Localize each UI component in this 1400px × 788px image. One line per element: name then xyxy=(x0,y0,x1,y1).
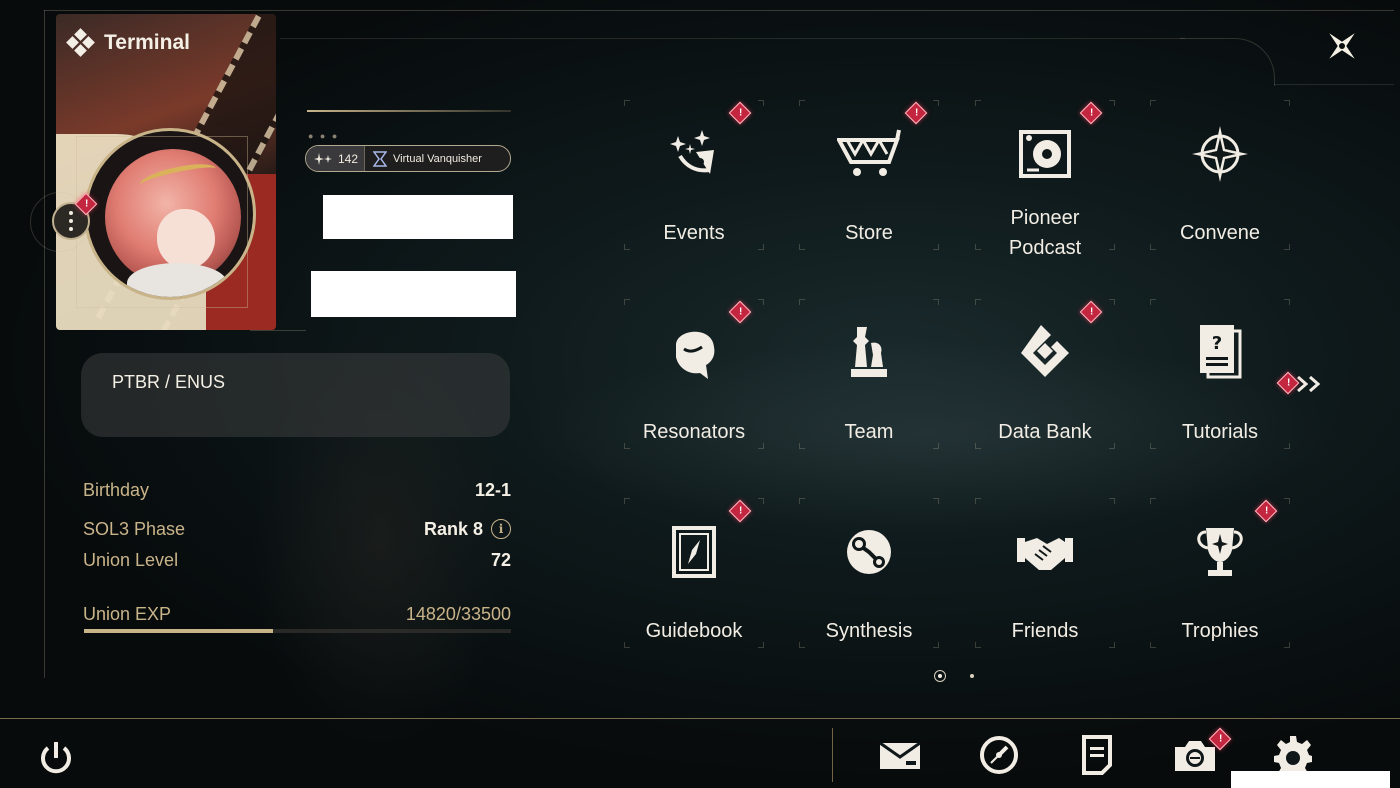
camera-icon xyxy=(1175,741,1215,771)
name-underline xyxy=(307,110,511,112)
stat-label: Birthday xyxy=(83,479,150,500)
mail-icon xyxy=(879,741,921,769)
stat-label: Union Level xyxy=(83,549,179,570)
menu-item-label: Pioneer Podcast xyxy=(975,203,1115,263)
mail-button[interactable] xyxy=(876,731,924,779)
guidebook-compass-icon xyxy=(672,526,716,578)
menu-item-pioneer-podcast[interactable]: Pioneer Podcast xyxy=(975,100,1115,259)
notes-icon xyxy=(1082,735,1112,775)
menu-item-label: Team xyxy=(844,421,894,443)
menu-item-label: Guidebook xyxy=(645,620,743,642)
menu-item-label: Store xyxy=(845,222,893,244)
decorative-dots: ● ● ● xyxy=(308,131,340,141)
power-icon xyxy=(41,742,71,774)
settings-gear-icon xyxy=(1274,736,1312,776)
data-bank-icon xyxy=(1021,325,1069,377)
signature-text: PTBR / ENUS xyxy=(112,372,226,392)
frame-line-left xyxy=(44,10,45,678)
profile-level-badge: 142 Virtual Vanquisher xyxy=(305,145,511,172)
convene-star-icon xyxy=(1192,126,1248,182)
menu-item-label: Convene xyxy=(1179,222,1261,244)
menu-item-label: Events xyxy=(663,222,725,244)
close-button[interactable] xyxy=(1318,22,1366,70)
diamond-cluster-icon xyxy=(66,28,95,57)
union-exp-progress-bar xyxy=(84,629,511,633)
page-dot[interactable] xyxy=(970,674,974,678)
resonator-head-icon xyxy=(676,331,715,379)
menu-item-friends[interactable]: Friends xyxy=(975,498,1115,648)
events-sparkle-icon xyxy=(670,130,714,174)
svg-text:?: ? xyxy=(1212,333,1222,354)
stat-label: Union EXP xyxy=(83,603,172,624)
menu-item-events[interactable]: Events xyxy=(624,100,764,250)
redacted-player-id xyxy=(311,271,516,317)
frame-line-right xyxy=(1274,84,1394,85)
menu-item-convene[interactable]: Convene xyxy=(1150,100,1290,250)
synthesis-orb-icon xyxy=(847,530,891,574)
frame-curve xyxy=(1180,38,1275,86)
tutorial-document-icon: ? xyxy=(1200,325,1242,379)
redacted-uid xyxy=(1231,771,1390,788)
page-dot-active[interactable] xyxy=(934,670,946,682)
menu-item-data-bank[interactable]: Data Bank xyxy=(975,299,1115,449)
notes-button[interactable] xyxy=(1073,731,1121,779)
sparkle-icon xyxy=(314,152,332,165)
menu-item-label: Data Bank xyxy=(998,421,1092,443)
player-title: Virtual Vanquisher xyxy=(393,152,482,165)
stat-value: 14820/33500 xyxy=(405,603,511,624)
menu-item-label: Resonators xyxy=(642,421,746,443)
handshake-icon xyxy=(1017,538,1073,570)
trophy-icon xyxy=(1197,528,1243,576)
menu-item-store[interactable]: Store xyxy=(799,100,939,250)
page-title: Terminal xyxy=(66,28,190,57)
menu-item-resonators[interactable]: Resonators xyxy=(624,299,764,449)
menu-item-guidebook[interactable]: Guidebook xyxy=(624,498,764,648)
stat-value: 12-1 xyxy=(474,479,511,500)
stat-value: Rank 8 xyxy=(423,518,483,539)
stat-birthday: Birthday 12-1 xyxy=(83,478,511,502)
menu-item-team[interactable]: Team xyxy=(799,299,939,449)
power-button[interactable] xyxy=(32,734,80,782)
menu-item-label: Friends xyxy=(1011,620,1079,642)
stat-union-level: Union Level 72 xyxy=(83,548,511,572)
close-star-icon xyxy=(1329,33,1355,59)
clock-icon xyxy=(980,736,1018,774)
frame-line-mid xyxy=(280,38,1185,39)
stat-sol3-phase: SOL3 Phase Rank 8 i xyxy=(83,517,511,541)
hourglass-icon xyxy=(373,150,388,167)
menu-item-label-text: Pioneer Podcast xyxy=(1008,207,1082,259)
avatar[interactable] xyxy=(84,128,256,300)
shopping-cart-icon xyxy=(837,129,901,176)
menu-item-trophies[interactable]: Trophies xyxy=(1150,498,1290,648)
stat-value: 72 xyxy=(490,549,511,570)
signature-box[interactable]: PTBR / ENUS xyxy=(81,353,510,437)
menu-item-synthesis[interactable]: Synthesis xyxy=(799,498,939,648)
chess-pieces-icon xyxy=(851,327,887,377)
union-exp-progress-fill xyxy=(84,629,273,633)
info-icon[interactable]: i xyxy=(491,519,511,539)
bottom-divider xyxy=(832,728,833,782)
menu-item-label: Tutorials xyxy=(1182,421,1258,443)
stat-label: SOL3 Phase xyxy=(83,518,186,539)
menu-item-label: Trophies xyxy=(1181,620,1259,642)
page-title-label: Terminal xyxy=(104,31,190,54)
divider xyxy=(250,330,306,331)
menu-item-label: Synthesis xyxy=(825,620,913,642)
frame-line-top xyxy=(44,10,1394,11)
page-indicator xyxy=(934,670,974,682)
stat-union-exp: Union EXP 14820/33500 xyxy=(83,602,511,626)
chevron-right-double-icon[interactable] xyxy=(1296,374,1324,394)
record-player-icon xyxy=(1019,130,1071,178)
clock-button[interactable] xyxy=(975,731,1023,779)
redacted-player-name xyxy=(323,195,513,239)
player-level: 142 xyxy=(338,151,359,166)
menu-item-tutorials[interactable]: ? Tutorials xyxy=(1150,299,1290,449)
